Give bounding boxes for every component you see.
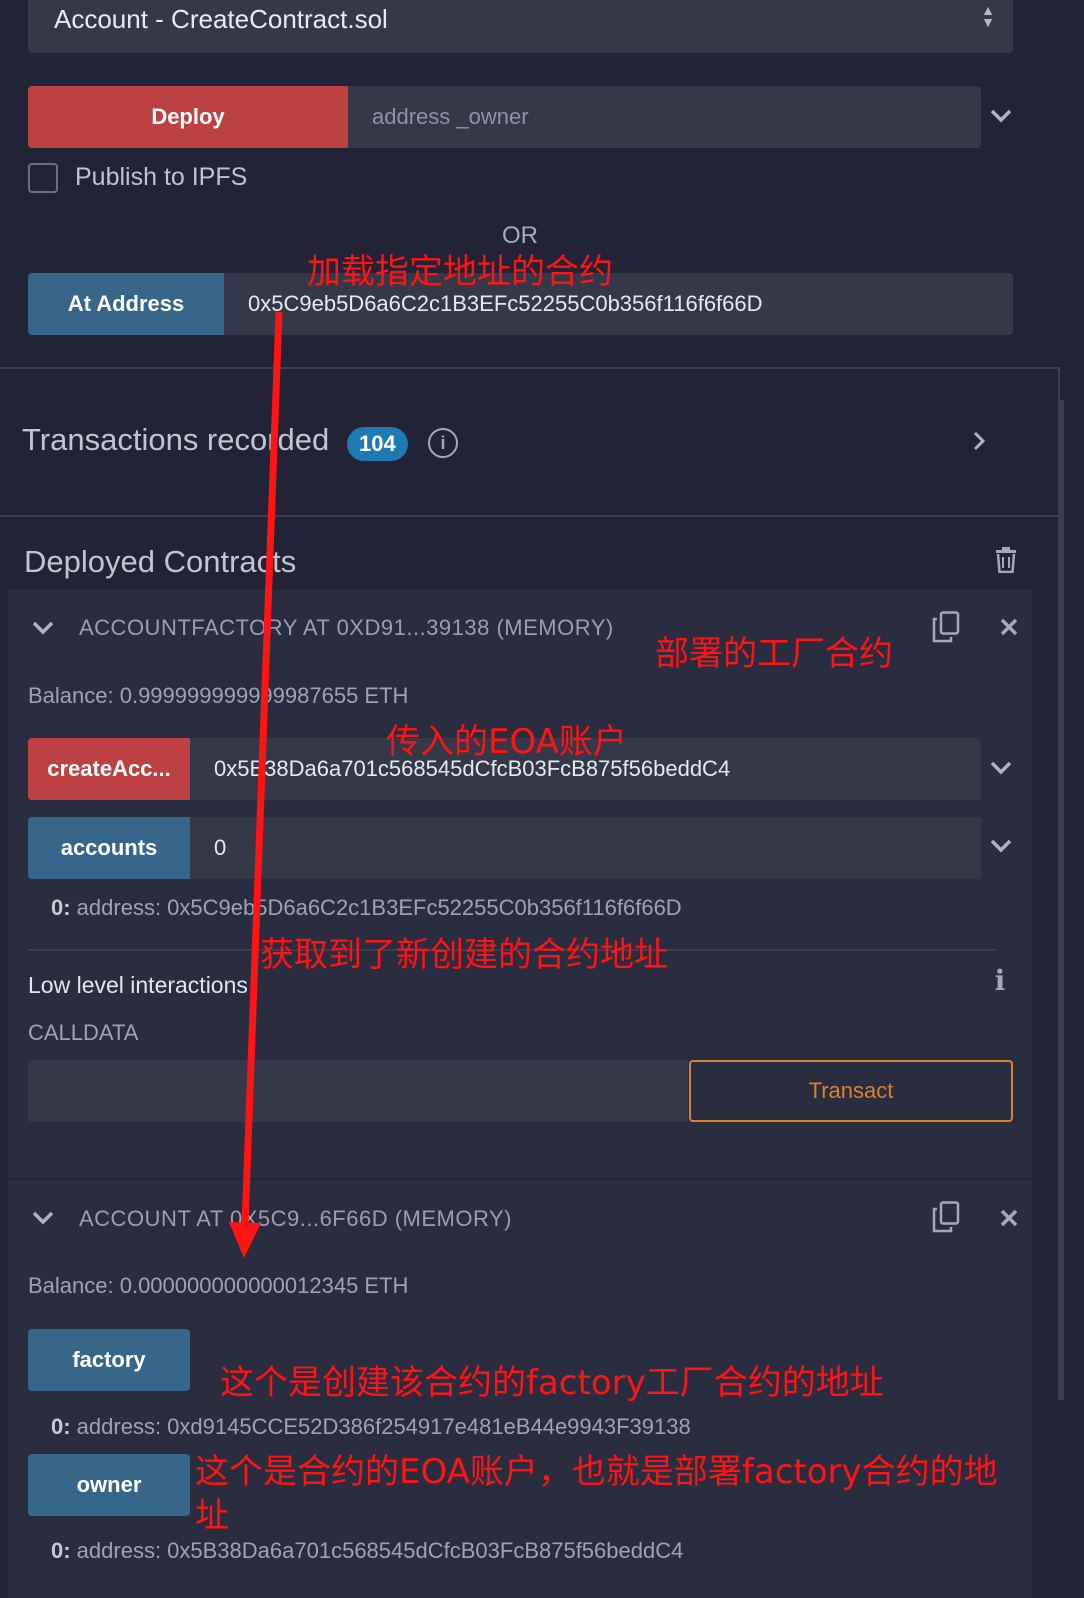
- annotation-new-address: 获取到了新创建的合约地址: [260, 935, 668, 975]
- annotation-owner-note: 这个是合约的EOA账户，也就是部署factory合约的地址: [195, 1452, 998, 1536]
- annotation-deployed-factory: 部署的工厂合约: [655, 634, 893, 674]
- annotation-factory-note: 这个是创建该合约的factory工厂合约的地址: [220, 1363, 884, 1403]
- annotation-eoa-input: 传入的EOA账户: [386, 722, 627, 762]
- annotation-load-address: 加载指定地址的合约: [307, 252, 613, 292]
